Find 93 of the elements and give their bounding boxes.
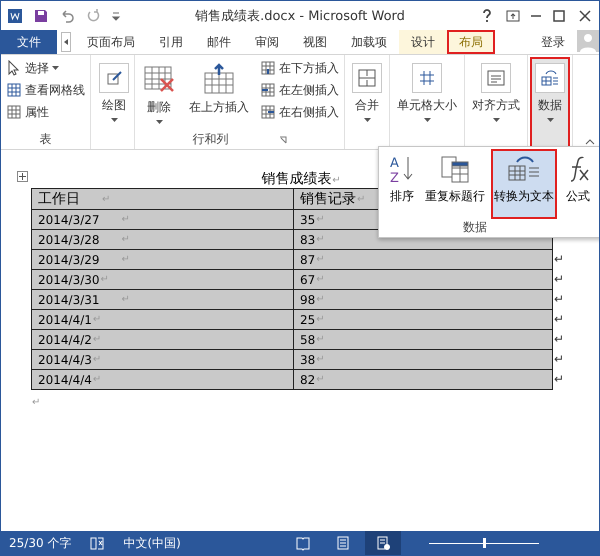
ribbon-button[interactable]: 在右侧插入 [258,101,341,123]
ribbon-button[interactable]: 数据 [530,57,570,149]
table-cell: 2014/3/27 ↵ [32,210,294,229]
ribbon-button[interactable]: 查看网格线 [4,79,87,101]
grid-icon [6,82,22,98]
group-label: 行和列 [192,131,228,148]
document-title: 销售成绩表↵ [261,170,341,188]
insert-left-icon [260,82,276,98]
row-end-mark: ↵ [554,312,564,326]
ribbon-tab[interactable]: 页面布局 [75,30,147,54]
row-end-mark: ↵ [554,272,564,286]
ribbon-tab[interactable]: 视图 [291,30,339,54]
ribbon-tab[interactable]: 审阅 [243,30,291,54]
table-cell: 25↵ [294,310,552,329]
maximize-icon [551,8,567,24]
table-cell: 2014/3/29 ↵ [32,250,294,269]
table-cell: 67↵ [294,270,552,289]
insert-below-icon [260,60,276,76]
ribbon-tab[interactable]: 加载项 [339,30,399,54]
dropdown-button[interactable]: 公式 [560,149,596,219]
row-end-mark: ↵ [554,372,564,386]
table-cell: 98↵ [294,290,552,309]
caret-icon [156,120,162,124]
row-end-mark: ↵ [554,252,564,266]
table-cell: 2014/4/3↵ [32,350,294,369]
caret-icon [424,118,430,122]
table-properties-icon [6,104,22,120]
cell-size-icon [417,68,437,88]
view-button[interactable] [365,531,401,555]
data-icon [540,68,560,88]
ribbon-button[interactable]: 选择 [4,57,87,79]
caret-icon [364,118,370,122]
ribbon-button[interactable]: 在左侧插入 [258,79,341,101]
ribbon-button[interactable]: 单元格大小 [392,57,462,149]
table-cell: 2014/3/31 ↵ [32,290,294,309]
column-header: 工作日 ↵ [32,189,294,209]
word-icon [7,8,23,24]
dropdown-button[interactable]: 转换为文本 [491,149,557,219]
insert-above-icon [203,63,235,95]
ribbon-tab[interactable]: 布局 [447,30,495,54]
dialog-launcher-icon [278,136,286,144]
group-label: 表 [38,131,52,148]
language: 中文(中国) [123,534,181,552]
ribbon-button[interactable]: 在下方插入 [258,57,341,79]
web-layout-icon [375,535,391,551]
table-cell: 2014/3/28 ↵ [32,230,294,249]
ribbon-display-icon [505,8,521,24]
delete-button[interactable]: 删除 [138,57,180,131]
word-count: 25/30 个字 [9,534,72,552]
caret-icon [492,118,500,122]
paragraph-mark: ↵ [32,397,40,408]
ribbon-tab[interactable]: 引用 [147,30,195,54]
draw-button[interactable]: 绘图 [94,57,134,149]
insert-right-icon [260,104,276,120]
cursor-icon [6,60,22,76]
table-cell: 38↵ [294,350,552,369]
ribbon-tab[interactable]: 邮件 [195,30,243,54]
row-end-mark: ↵ [554,292,564,306]
table-cell: 87↵ [294,250,552,269]
caret-icon [52,66,59,70]
repeat-header-icon [440,154,470,184]
minimize-icon [531,14,541,16]
redo-icon [85,8,101,24]
insert-above-button[interactable]: 在上方插入 [184,57,254,131]
table-cell: 82↵ [294,370,552,389]
caret-icon [64,39,68,45]
save-icon [33,8,49,24]
pencil-icon [105,69,123,87]
ribbon-tab[interactable]: 设计 [399,30,447,54]
collapse-ribbon-icon [585,137,595,145]
ribbon-button[interactable]: 合并 [347,57,387,149]
row-end-mark: ↵ [554,332,564,346]
merge-cells-icon [357,68,377,88]
table-cell: 2014/3/30↵ [32,270,294,289]
table-cell: 2014/4/4↵ [32,370,294,389]
sign-in-link[interactable]: 登录 [529,30,577,54]
close-icon [577,8,593,24]
table-move-handle[interactable] [17,171,28,182]
table-cell: 2014/4/1↵ [32,310,294,329]
caret-icon [110,118,118,122]
alignment-icon [486,68,506,88]
row-end-mark: ↵ [554,352,564,366]
print-layout-icon [335,535,351,551]
table-cell: 58↵ [294,330,552,349]
ribbon-button[interactable]: 对齐方式 [467,57,525,149]
caret-icon [546,118,554,122]
file-tab[interactable]: 文件 [1,30,57,54]
read-mode-icon [295,535,311,551]
scroll-left-button[interactable] [61,32,71,52]
table-cell: 2014/4/2↵ [32,330,294,349]
proofing-icon [89,535,106,551]
window-title: 销售成绩表.docx - Microsoft Word [194,8,406,24]
ribbon-button[interactable]: 属性 [4,101,87,123]
